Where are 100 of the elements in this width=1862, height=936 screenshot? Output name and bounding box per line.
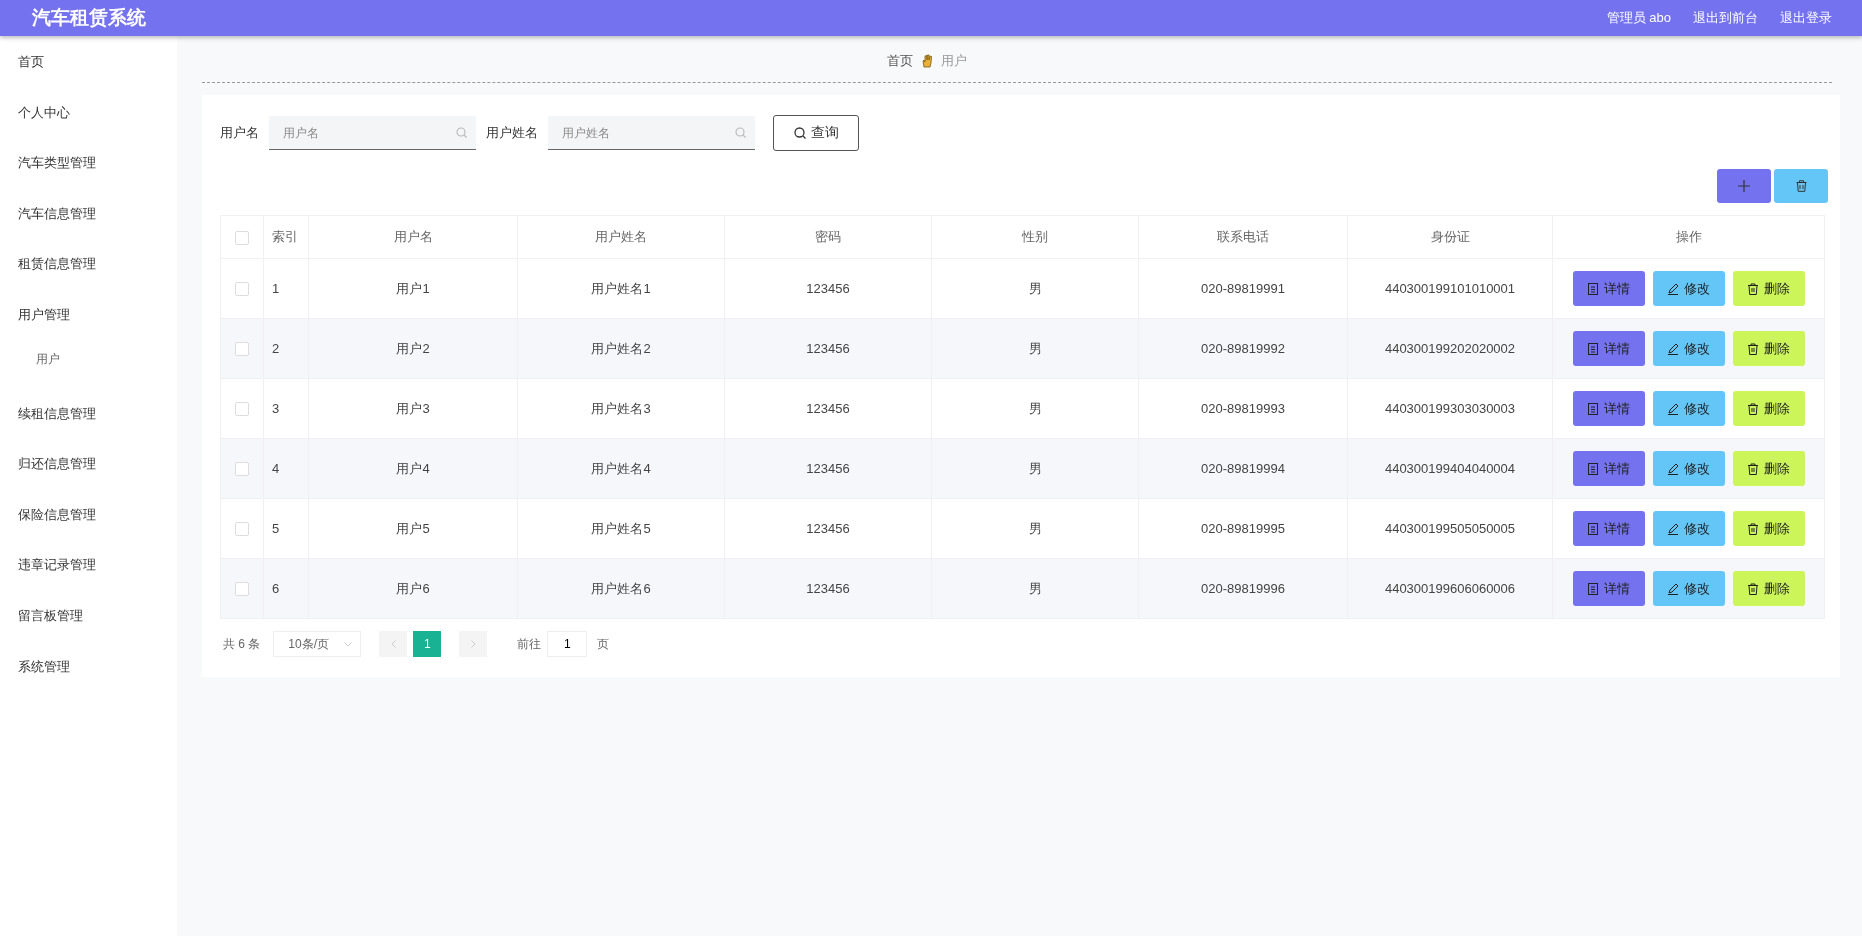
delete-button[interactable]: 删除 [1732, 571, 1805, 606]
add-button[interactable] [1717, 169, 1771, 203]
table-cell: 用户6 [308, 558, 518, 619]
checkbox[interactable] [235, 282, 249, 297]
trash-icon [1795, 180, 1807, 192]
sidebar-item[interactable]: 违章记录管理 [0, 547, 177, 598]
table-cell: 6 [263, 558, 309, 619]
document-icon [1587, 522, 1599, 535]
edit-button[interactable]: 修改 [1652, 571, 1725, 606]
sidebar-item[interactable]: 续租信息管理 [0, 395, 177, 447]
table-cell: 男 [931, 498, 1139, 559]
column-header: 操作 [1552, 215, 1825, 259]
chevron-right-icon [470, 640, 476, 648]
table-cell: 123456 [724, 558, 932, 619]
delete-button[interactable]: 删除 [1732, 331, 1805, 366]
trash-icon [1747, 282, 1759, 295]
checkbox[interactable] [235, 462, 249, 477]
table-cell: 440300199404040004 [1347, 438, 1553, 499]
table-cell: 用户1 [308, 258, 518, 319]
column-header: 联系电话 [1138, 215, 1348, 259]
trash-icon [1747, 342, 1759, 355]
delete-button[interactable]: 删除 [1732, 451, 1805, 486]
page-suffix: 页 [597, 635, 610, 653]
checkbox[interactable] [235, 522, 249, 537]
pencil-icon [1667, 582, 1679, 595]
breadcrumb-item[interactable]: 首页 [887, 51, 913, 70]
delete-button[interactable]: 删除 [1732, 511, 1805, 546]
edit-button[interactable]: 修改 [1652, 271, 1725, 306]
table-cell: 123456 [724, 318, 932, 379]
table-cell: 用户姓名1 [517, 258, 725, 319]
page-number-field[interactable]: 1 [547, 631, 588, 657]
pencil-icon [1667, 282, 1679, 295]
edit-button[interactable]: 修改 [1652, 331, 1725, 366]
table-cell: 1 [263, 258, 309, 319]
document-icon [1587, 282, 1599, 295]
sidebar-item[interactable]: 系统管理 [0, 648, 177, 700]
header-link[interactable]: 退出登录 [1780, 9, 1832, 27]
sidebar-item[interactable]: 汽车类型管理 [0, 145, 177, 196]
table-cell: 440300199202020002 [1347, 318, 1553, 379]
table-cell: 4 [263, 438, 309, 499]
table-cell: 020-89819992 [1138, 318, 1348, 379]
trash-icon [1747, 522, 1759, 535]
sidebar-item[interactable]: 留言板管理 [0, 597, 177, 649]
checkbox[interactable] [235, 230, 249, 245]
edit-button[interactable]: 修改 [1652, 511, 1725, 546]
goto-label: 前往 [517, 635, 542, 653]
column-header: 身份证 [1347, 215, 1553, 259]
table-cell: 440300199303030003 [1347, 378, 1553, 439]
pencil-icon [1667, 462, 1679, 475]
sidebar-subitem[interactable]: 用户 [0, 347, 177, 396]
pencil-icon [1667, 342, 1679, 355]
delete-button[interactable]: 删除 [1732, 271, 1805, 306]
detail-button[interactable]: 详情 [1572, 511, 1645, 546]
sidebar-item[interactable]: 首页 [0, 44, 177, 95]
pencil-icon [1667, 402, 1679, 415]
detail-button[interactable]: 详情 [1572, 451, 1645, 486]
document-icon [1587, 582, 1599, 595]
table-cell: 男 [931, 318, 1139, 379]
search-icon [735, 127, 746, 138]
page-size-select[interactable]: 10条/页 [273, 631, 362, 657]
query-button[interactable]: 查询 [773, 115, 859, 151]
sidebar-item[interactable]: 用户管理 [0, 296, 177, 348]
header-link[interactable]: 退出到前台 [1693, 9, 1758, 27]
table-cell: 用户姓名4 [517, 438, 725, 499]
table-cell: 男 [931, 438, 1139, 499]
edit-button[interactable]: 修改 [1652, 451, 1725, 486]
table-cell: 440300199101010001 [1347, 258, 1553, 319]
total-count: 共 6 条 [223, 635, 261, 653]
checkbox[interactable] [235, 342, 249, 357]
chevron-down-icon [344, 641, 353, 647]
table-cell: 123456 [724, 258, 932, 319]
sidebar-item[interactable]: 汽车信息管理 [0, 195, 177, 247]
sidebar-item[interactable]: 个人中心 [0, 94, 177, 146]
delete-button[interactable]: 删除 [1732, 391, 1805, 426]
detail-button[interactable]: 详情 [1572, 571, 1645, 606]
pencil-icon [1667, 522, 1679, 535]
table-cell: 020-89819996 [1138, 558, 1348, 619]
document-icon [1587, 462, 1599, 475]
edit-button[interactable]: 修改 [1652, 391, 1725, 426]
document-icon [1587, 342, 1599, 355]
sidebar-item[interactable]: 租赁信息管理 [0, 246, 177, 297]
table-cell: 020-89819994 [1138, 438, 1348, 499]
detail-button[interactable]: 详情 [1572, 331, 1645, 366]
app-title: 汽车租赁系统 [32, 6, 146, 30]
detail-button[interactable]: 详情 [1572, 391, 1645, 426]
sidebar-item[interactable]: 保险信息管理 [0, 496, 177, 548]
sidebar-item[interactable]: 归还信息管理 [0, 446, 177, 497]
column-header: 密码 [724, 215, 932, 259]
table-cell: 3 [263, 378, 309, 439]
search-icon [793, 127, 806, 139]
field-label: 用户名 [220, 124, 259, 142]
delete-button[interactable] [1774, 169, 1828, 203]
search-field[interactable]: 用户名 [269, 116, 476, 150]
checkbox[interactable] [235, 582, 249, 597]
table-cell: 5 [263, 498, 309, 559]
checkbox[interactable] [235, 402, 249, 417]
detail-button[interactable]: 详情 [1572, 271, 1645, 306]
search-field[interactable]: 用户姓名 [548, 116, 755, 150]
table-cell: 440300199606060006 [1347, 558, 1553, 619]
table-cell: 男 [931, 558, 1139, 619]
